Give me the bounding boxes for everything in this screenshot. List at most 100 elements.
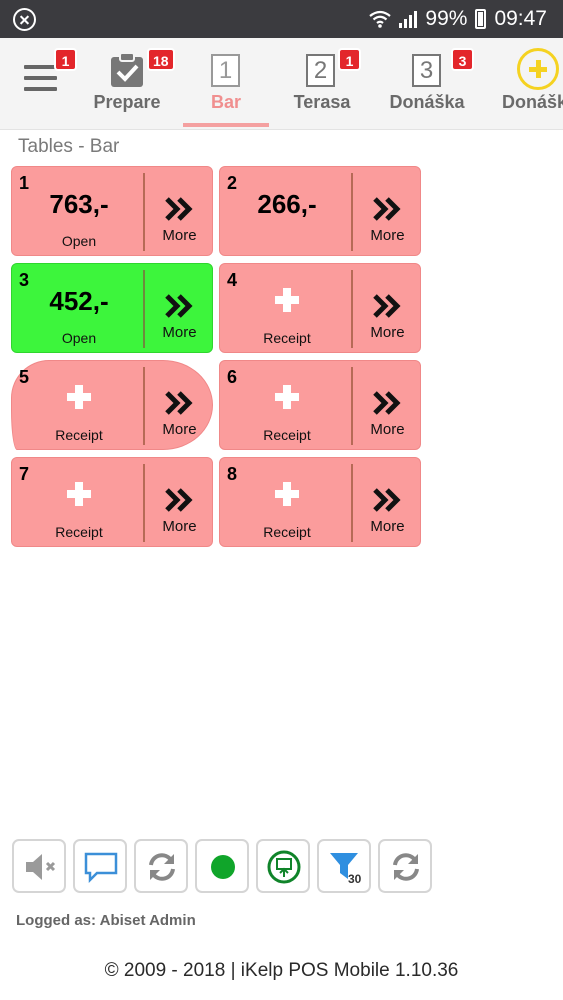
menu-badge: 1 [54, 48, 77, 71]
table-tile[interactable]: 1 763,- Open More [11, 166, 213, 256]
table-status: Open [61, 233, 97, 249]
double-chevron-right-icon [373, 391, 401, 415]
add-receipt-icon [275, 482, 299, 506]
tab-terasa[interactable]: 2 1 Terasa [284, 38, 361, 129]
filter-button[interactable]: 30 [317, 839, 371, 893]
mute-icon [26, 854, 56, 880]
table-tile[interactable]: 3 452,- Open More [11, 263, 213, 353]
status-icons: 99% 09:47 [369, 7, 547, 31]
number-icon: 1 [211, 54, 240, 87]
refresh-icon [149, 853, 175, 881]
section-title: Tables - Bar [18, 136, 120, 157]
table-tile[interactable]: 5 Receipt More [11, 360, 213, 450]
plus-circle-icon [517, 48, 559, 90]
status-dot-icon [211, 855, 235, 879]
tab-label: Donášk [502, 92, 563, 112]
more-button[interactable]: More [353, 458, 422, 548]
footer-copyright: © 2009 - 2018 | iKelp POS Mobile 1.10.36 [104, 960, 459, 981]
double-chevron-right-icon [165, 197, 193, 221]
tab-bar[interactable]: 1 Bar [183, 38, 269, 129]
close-icon[interactable] [13, 8, 36, 31]
table-status: Open [61, 330, 97, 346]
more-button[interactable]: More [353, 167, 422, 257]
more-label: More [162, 518, 197, 535]
double-chevron-right-icon [165, 488, 193, 512]
table-tile[interactable]: 8 Receipt More [219, 457, 421, 547]
table-number: 6 [227, 367, 238, 387]
tab-donaska[interactable]: 3 3 Donáška [384, 38, 474, 129]
double-chevron-right-icon [373, 294, 401, 318]
double-chevron-right-icon [165, 294, 193, 318]
menu-button[interactable]: 1 [0, 38, 78, 129]
more-label: More [370, 518, 405, 535]
chat-icon [84, 852, 118, 884]
double-chevron-right-icon [373, 488, 401, 512]
filter-count: 30 [348, 872, 362, 886]
table-status: Receipt [263, 524, 311, 540]
sync-icon [393, 853, 419, 881]
double-chevron-right-icon [165, 391, 193, 415]
active-tab-indicator [183, 123, 269, 127]
more-label: More [370, 227, 405, 244]
clipboard-check-icon [111, 52, 143, 87]
signal-icon [399, 10, 418, 28]
more-button[interactable]: More [145, 458, 214, 548]
battery-percent: 99% [425, 7, 468, 30]
number-icon: 2 [306, 54, 335, 87]
more-label: More [370, 324, 405, 341]
upload-button[interactable] [256, 839, 310, 893]
upload-icon [267, 850, 301, 884]
battery-icon [475, 9, 487, 29]
tab-label: Bar [210, 92, 241, 112]
chat-button[interactable] [73, 839, 127, 893]
more-label: More [162, 324, 197, 341]
number-icon: 3 [412, 54, 441, 87]
table-tile[interactable]: 6 Receipt More [219, 360, 421, 450]
table-tile[interactable]: 4 Receipt More [219, 263, 421, 353]
tab-label: Prepare [93, 92, 161, 112]
tab-label: Terasa [293, 92, 351, 112]
more-button[interactable]: More [145, 264, 214, 354]
add-receipt-icon [67, 482, 91, 506]
more-label: More [370, 421, 405, 438]
table-amount: 452,- [49, 286, 109, 316]
more-button[interactable]: More [353, 361, 422, 451]
table-status: Receipt [55, 524, 103, 540]
more-button[interactable]: More [145, 361, 214, 451]
table-tile[interactable]: 7 Receipt More [11, 457, 213, 547]
status-button[interactable] [195, 839, 249, 893]
more-label: More [162, 421, 197, 438]
add-receipt-icon [67, 385, 91, 409]
prepare-badge: 18 [147, 48, 175, 71]
mute-button[interactable] [12, 839, 66, 893]
table-amount: 266,- [257, 189, 317, 219]
more-button[interactable]: More [353, 264, 422, 354]
wifi-icon [369, 10, 392, 28]
add-receipt-icon [275, 385, 299, 409]
more-label: More [162, 227, 197, 244]
table-amount: 763,- [49, 189, 109, 219]
table-status: Receipt [263, 427, 311, 443]
terasa-badge: 1 [338, 48, 361, 71]
donaska-badge: 3 [451, 48, 474, 71]
status-bar: 99% 09:47 [0, 0, 563, 38]
table-status: Receipt [55, 427, 103, 443]
hamburger-icon [24, 65, 57, 91]
tab-label: Donáška [389, 92, 465, 112]
more-button[interactable]: More [145, 167, 214, 257]
table-tile[interactable]: 2 266,- More [219, 166, 421, 256]
tab-prepare[interactable]: 18 Prepare [86, 38, 175, 129]
sync-button[interactable] [378, 839, 432, 893]
logged-as-label: Logged as: Abiset Admin [16, 912, 196, 929]
double-chevron-right-icon [373, 197, 401, 221]
top-navigation: 1 18 Prepare 1 Bar 2 1 Terasa 3 3 Donášk… [0, 38, 563, 130]
table-number: 5 [19, 367, 30, 387]
table-number: 7 [19, 464, 30, 484]
table-status: Receipt [263, 330, 311, 346]
tab-donaska-new[interactable]: Donášk [500, 38, 563, 129]
clock: 09:47 [494, 7, 547, 30]
table-number: 4 [227, 270, 238, 290]
add-receipt-icon [275, 288, 299, 312]
refresh-button[interactable] [134, 839, 188, 893]
table-number: 8 [227, 464, 238, 484]
